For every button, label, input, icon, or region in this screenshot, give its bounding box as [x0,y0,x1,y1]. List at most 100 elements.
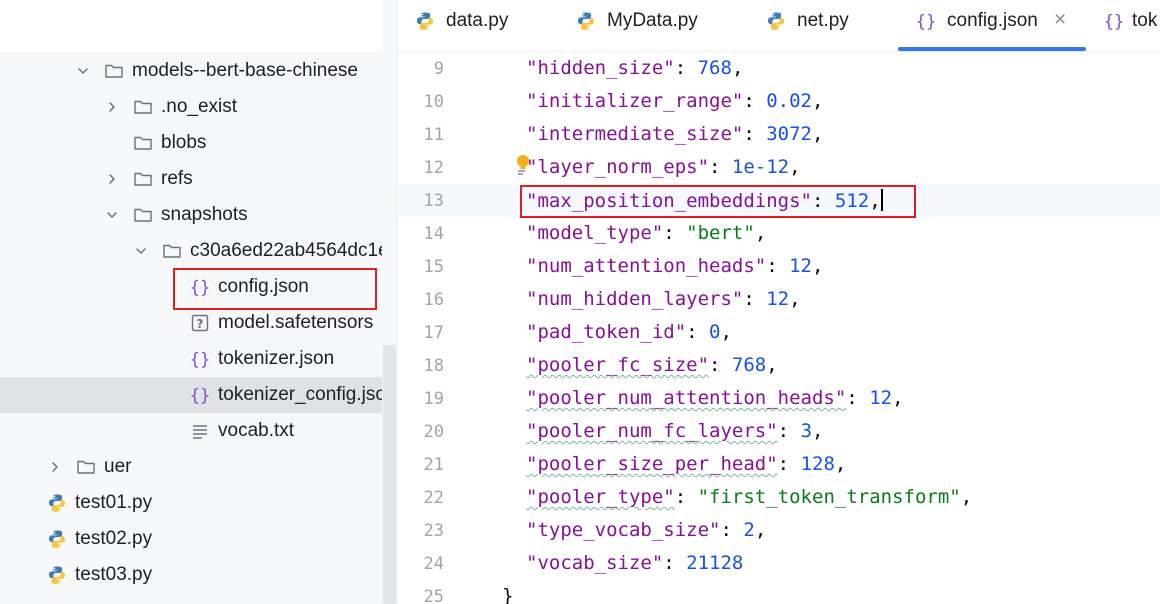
code-line[interactable]: 16 "num_hidden_layers": 12, [397,283,1160,316]
python-file-icon [576,11,596,31]
comma: , [834,453,847,475]
line-number: 15 [423,257,444,277]
code-text: "pooler_num_attention_heads": 12, [526,387,904,409]
tab-label: tok [1132,10,1158,31]
chevron-right-icon[interactable] [105,100,119,114]
tree-item-model-safetensors[interactable]: ? model.safetensors [0,305,382,341]
max-position-embeddings-highlight-box [520,185,916,218]
tree-item-snapshots[interactable]: snapshots [0,197,382,233]
json-key: "pooler_num_attention_heads" [526,387,847,409]
json-value: 2 [743,519,755,541]
tree-item-label: uer [104,456,132,477]
comma: , [812,420,824,442]
closing-brace: } [502,585,514,604]
json-value: 3 [800,420,813,442]
code-text: "num_hidden_layers": 12, [526,288,801,310]
tree-item-models-bert-base-chinese[interactable]: models--bert-base-chinese [0,53,382,89]
colon: : [663,552,687,574]
code-line[interactable]: 20 "pooler_num_fc_layers": 3, [397,415,1160,448]
code-line[interactable]: 9 "hidden_size": 768, [397,52,1160,85]
tree-item-blobs[interactable]: blobs [0,125,382,161]
python-file-icon [415,11,435,31]
svg-text:{}: {} [1104,12,1124,31]
tree-item-test03-py[interactable]: test03.py [0,557,382,593]
python-file-icon [766,11,786,31]
tab-label: net.py [797,10,849,31]
code-line[interactable]: 18 "pooler_fc_size": 768, [397,349,1160,382]
json-key: "pooler_type" [526,486,675,508]
code-text: "model_type": "bert", [526,222,766,244]
code-line[interactable]: 23 "type_vocab_size": 2, [397,514,1160,547]
tree-item-c30a6ed22ab4564dc1e3[interactable]: c30a6ed22ab4564dc1e3 [0,233,397,269]
python-file-icon [47,565,67,585]
tree-item-refs[interactable]: refs [0,161,382,197]
code-line[interactable]: 19 "pooler_num_attention_heads": 12, [397,382,1160,415]
svg-text:{}: {} [190,386,210,405]
chevron-right-icon[interactable] [105,172,119,186]
tree-item-test01-py[interactable]: test01.py [0,485,382,521]
colon: : [686,321,710,343]
code-line[interactable]: 17 "pad_token_id": 0, [397,316,1160,349]
code-line[interactable]: 25} [397,580,1160,604]
code-text: "intermediate_size": 3072, [526,123,823,145]
json-key: "layer_norm_eps" [526,156,710,178]
code-line[interactable]: 22 "pooler_type": "first_token_transform"… [397,481,1160,514]
tree-item-tokenizer-json[interactable]: {} tokenizer.json [0,341,382,377]
tree-item-label: vocab.txt [218,420,295,441]
code-line[interactable]: 14 "model_type": "bert", [397,217,1160,250]
chevron-right-icon[interactable] [48,460,62,474]
tree-item-label: models--bert-base-chinese [132,60,358,81]
colon: : [846,387,870,409]
tree-item-label: snapshots [161,204,248,225]
code-line[interactable]: 10 "initializer_range": 0.02, [397,85,1160,118]
json-value: 0 [709,321,721,343]
text-file-icon [190,421,210,441]
tree-item-vocab-txt[interactable]: vocab.txt [0,413,382,449]
chevron-down-icon[interactable] [105,208,119,222]
json-value: 128 [800,453,835,475]
tree-scrollbar-thumb[interactable] [383,345,396,604]
unknown-file-icon: ? [190,313,210,333]
code-line[interactable]: 15 "num_attention_heads": 12, [397,250,1160,283]
json-file-icon: {} [190,385,210,406]
tree-item-label: tokenizer.json [218,348,335,369]
chevron-down-icon[interactable] [76,64,90,78]
code-text: "initializer_range": 0.02, [526,90,823,112]
code-line[interactable]: 21 "pooler_size_per_head": 128, [397,448,1160,481]
svg-text:?: ? [197,317,204,331]
colon: : [743,288,767,310]
tree-item-no-exist[interactable]: .no_exist [0,89,382,125]
folder-icon [133,205,153,225]
tree-item-label: test03.py [75,564,153,585]
line-number: 19 [423,389,444,409]
line-number: 22 [423,488,444,508]
tree-item-uer[interactable]: uer [0,449,382,485]
code-line[interactable]: 24 "vocab_size": 21128 [397,547,1160,580]
intention-bulb-icon[interactable] [514,154,530,183]
json-key: "num_hidden_layers" [526,288,744,310]
comma: , [812,90,824,112]
chevron-down-icon[interactable] [134,244,148,258]
colon: : [777,420,801,442]
tab-label: MyData.py [607,10,698,31]
line-number: 10 [423,92,444,112]
close-tab-icon[interactable]: × [1054,8,1066,32]
colon: : [743,90,767,112]
line-number: 18 [423,356,444,376]
tree-item-tokenizer-config-json[interactable]: {} tokenizer_config.json [0,377,397,413]
tab-label: config.json [947,10,1038,31]
line-number: 21 [423,455,444,475]
tree-item-test02-py[interactable]: test02.py [0,521,382,557]
json-file-icon: {} [916,11,936,32]
code-line[interactable]: 11 "intermediate_size": 3072, [397,118,1160,151]
json-file-icon: {} [1104,11,1124,32]
json-value: 3072 [766,123,812,145]
json-key: "model_type" [526,222,664,244]
tree-item-label: refs [161,168,193,189]
json-value: 1e-12 [731,156,790,178]
code-line[interactable]: 12 "layer_norm_eps": 1e-12, [397,151,1160,184]
code-text: "num_attention_heads": 12, [526,255,823,277]
code-text: } [502,585,513,604]
code-editor[interactable]: 9 "hidden_size": 768, 10 "initializer_range… [397,52,1160,604]
json-value: 12 [869,387,893,409]
